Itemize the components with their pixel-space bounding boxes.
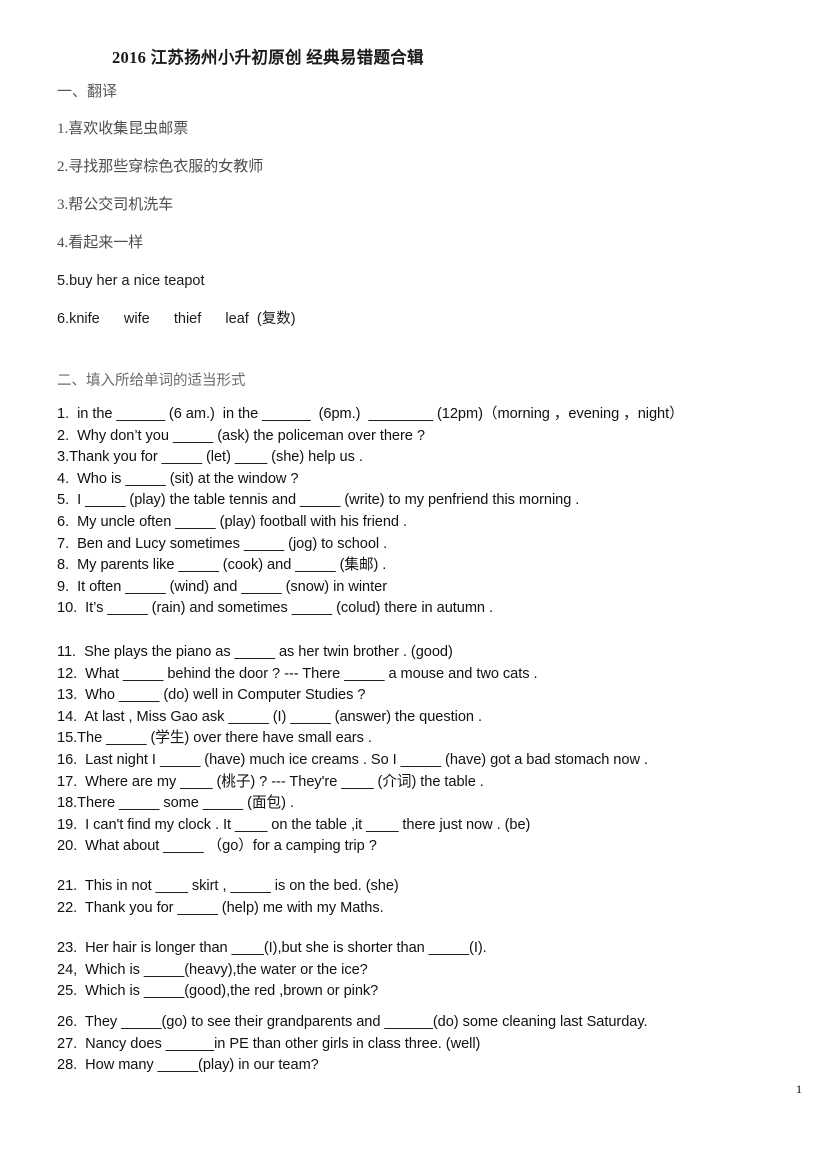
question-item: 5. I _____ (play) the table tennis and _… bbox=[57, 492, 580, 509]
question-item: 10. It’s _____ (rain) and sometimes ____… bbox=[57, 600, 494, 617]
question-item: 26. They _____(go) to see their grandpar… bbox=[57, 1014, 648, 1030]
question-item: 11. She plays the piano as _____ as her … bbox=[57, 644, 453, 660]
list-item: 2.寻找那些穿棕色衣服的女教师 bbox=[57, 159, 264, 175]
list-item: 4.看起来一样 bbox=[57, 235, 144, 251]
question-item: 14. At last , Miss Gao ask _____ (I) ___… bbox=[57, 708, 482, 725]
question-item: 2. Why don’t you _____ (ask) the policem… bbox=[57, 427, 425, 444]
list-item: 1.喜欢收集昆虫邮票 bbox=[57, 121, 189, 137]
question-item: 9. It often _____ (wind) and _____ (snow… bbox=[57, 578, 388, 595]
question-item: 18.There _____ some _____ (面包) . bbox=[57, 795, 294, 812]
section-heading-fill-in-the-blank: 二、填入所给单词的适当形式 bbox=[57, 373, 246, 389]
question-item: 20. What about _____ （go）for a camping t… bbox=[57, 838, 377, 855]
question-group-26-to-28: 26. They _____(go) to see their grandpar… bbox=[57, 1012, 797, 1077]
question-item: 24, Which is _____(heavy),the water or t… bbox=[57, 961, 368, 978]
question-item: 16. Last night I _____ (have) much ice c… bbox=[57, 751, 648, 768]
question-group-11-to-20: 11. She plays the piano as _____ as her … bbox=[57, 642, 797, 858]
list-item: 3.帮公交司机洗车 bbox=[57, 197, 174, 213]
question-item: 4. Who is _____ (sit) at the window ? bbox=[57, 470, 299, 487]
question-item: 23. Her hair is longer than ____(I),but … bbox=[57, 940, 487, 956]
question-item: 3.Thank you for _____ (let) ____ (she) h… bbox=[57, 449, 363, 466]
question-item: 22. Thank you for _____ (help) me with m… bbox=[57, 899, 384, 916]
question-item: 7. Ben and Lucy sometimes _____ (jog) to… bbox=[57, 535, 388, 552]
question-item: 27. Nancy does ______in PE than other gi… bbox=[57, 1035, 481, 1052]
question-group-23-to-25: 23. Her hair is longer than ____(I),but … bbox=[57, 938, 797, 1003]
translation-item-list: 1.喜欢收集昆虫邮票 2.寻找那些穿棕色衣服的女教师 3.帮公交司机洗车 4.看… bbox=[57, 115, 757, 343]
list-item: 6.knife wife thief leaf (复数) bbox=[57, 311, 296, 327]
question-group-21-to-22: 21. This in not ____ skirt , _____ is on… bbox=[57, 876, 797, 919]
question-item: 1. in the ______ (6 am.) in the ______ (… bbox=[57, 406, 684, 422]
question-item: 28. How many _____(play) in our team? bbox=[57, 1057, 319, 1074]
question-item: 17. Where are my ____ (桃子) ? --- They're… bbox=[57, 773, 484, 790]
section-heading-translation: 一、翻译 bbox=[57, 84, 118, 100]
list-item: 5.buy her a nice teapot bbox=[57, 273, 205, 289]
document-page: 2016 江苏扬州小升初原创 经典易错题合辑 一、翻译 1.喜欢收集昆虫邮票 2… bbox=[0, 0, 826, 1169]
question-item: 8. My parents like _____ (cook) and ____… bbox=[57, 557, 387, 574]
page-title: 2016 江苏扬州小升初原创 经典易错题合辑 bbox=[112, 48, 424, 67]
question-item: 13. Who _____ (do) well in Computer Stud… bbox=[57, 687, 366, 704]
question-item: 12. What _____ behind the door ? --- The… bbox=[57, 665, 538, 682]
page-number: 1 bbox=[796, 1082, 802, 1096]
question-item: 21. This in not ____ skirt , _____ is on… bbox=[57, 878, 399, 894]
question-item: 6. My uncle often _____ (play) football … bbox=[57, 513, 407, 530]
question-item: 19. I can't find my clock . It ____ on t… bbox=[57, 816, 531, 833]
question-item: 25. Which is _____(good),the red ,brown … bbox=[57, 983, 379, 1000]
question-group-1-to-10: 1. in the ______ (6 am.) in the ______ (… bbox=[57, 404, 797, 620]
question-item: 15.The _____ (学生) over there have small … bbox=[57, 730, 372, 747]
